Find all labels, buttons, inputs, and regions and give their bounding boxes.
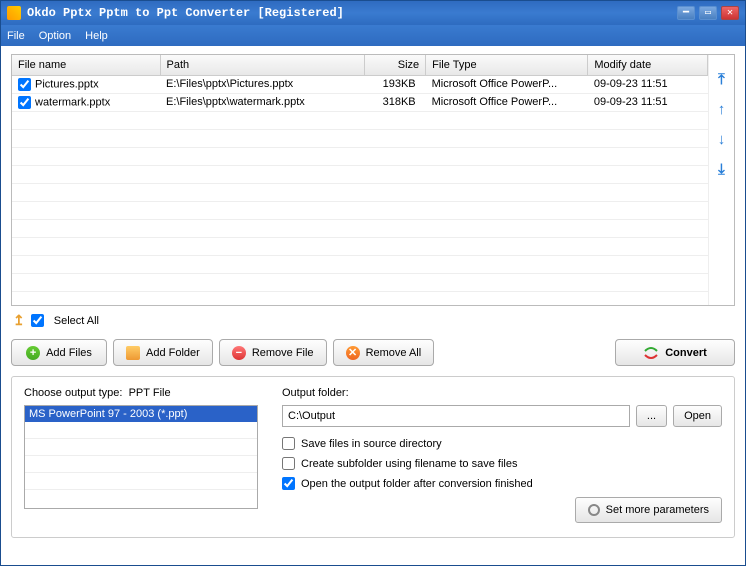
minus-icon: −: [232, 346, 246, 360]
option-subfolder: Create subfolder using filename to save …: [282, 457, 722, 470]
col-header-date[interactable]: Modify date: [588, 55, 708, 75]
table-row: [12, 255, 708, 273]
up-folder-icon[interactable]: ↥: [13, 312, 25, 329]
file-list-panel: File name Path Size File Type Modify dat…: [11, 54, 735, 306]
plus-icon: +: [26, 346, 40, 360]
folder-icon: [126, 346, 140, 360]
output-folder-col: Output folder: ... Open Save files in so…: [282, 387, 722, 523]
menubar: File Option Help: [1, 25, 745, 46]
row-checkbox[interactable]: [18, 96, 31, 109]
menu-file[interactable]: File: [7, 30, 25, 42]
window-title: Okdo Pptx Pptm to Ppt Converter [Registe…: [27, 6, 344, 20]
set-more-parameters-button[interactable]: Set more parameters: [575, 497, 722, 523]
convert-button[interactable]: Convert: [615, 339, 735, 366]
col-header-path[interactable]: Path: [160, 55, 365, 75]
open-after-checkbox[interactable]: [282, 477, 295, 490]
table-row: [12, 219, 708, 237]
minimize-button[interactable]: ━: [677, 6, 695, 20]
table-row: [12, 147, 708, 165]
toolbar-row: + Add Files Add Folder − Remove File ✕ R…: [11, 335, 735, 376]
table-row: [12, 273, 708, 291]
option-open-after: Open the output folder after conversion …: [282, 477, 722, 490]
output-type-col: Choose output type: PPT File MS PowerPoi…: [24, 387, 258, 523]
remove-all-icon: ✕: [346, 346, 360, 360]
titlebar: Okdo Pptx Pptm to Ppt Converter [Registe…: [1, 1, 745, 25]
app-window: Okdo Pptx Pptm to Ppt Converter [Registe…: [0, 0, 746, 566]
move-top-button[interactable]: ⤒: [714, 71, 730, 87]
save-source-checkbox[interactable]: [282, 437, 295, 450]
table-row: [12, 111, 708, 129]
table-row: [12, 165, 708, 183]
remove-file-button[interactable]: − Remove File: [219, 339, 327, 366]
move-bottom-button[interactable]: ⤓: [714, 161, 730, 177]
col-header-size[interactable]: Size: [365, 55, 426, 75]
maximize-button[interactable]: ▭: [699, 6, 717, 20]
table-row: [12, 237, 708, 255]
menu-option[interactable]: Option: [39, 30, 71, 42]
option-save-source: Save files in source directory: [282, 437, 722, 450]
reorder-buttons: ⤒ ↑ ↓ ⤓: [708, 55, 734, 305]
add-files-button[interactable]: + Add Files: [11, 339, 107, 366]
move-down-button[interactable]: ↓: [714, 131, 730, 147]
subfolder-checkbox[interactable]: [282, 457, 295, 470]
select-all-label: Select All: [54, 315, 99, 327]
output-folder-label: Output folder:: [282, 387, 722, 399]
row-checkbox[interactable]: [18, 78, 31, 91]
gear-icon: [588, 504, 600, 516]
app-icon: [7, 6, 21, 20]
table-row: [12, 183, 708, 201]
col-header-type[interactable]: File Type: [426, 55, 588, 75]
add-folder-button[interactable]: Add Folder: [113, 339, 213, 366]
col-header-name[interactable]: File name: [12, 55, 160, 75]
file-table: File name Path Size File Type Modify dat…: [12, 55, 708, 292]
select-all-row: ↥ Select All: [11, 306, 735, 335]
output-type-selected[interactable]: MS PowerPoint 97 - 2003 (*.ppt): [25, 406, 257, 422]
remove-all-button[interactable]: ✕ Remove All: [333, 339, 435, 366]
menu-help[interactable]: Help: [85, 30, 108, 42]
convert-icon: [643, 346, 659, 360]
table-row: [12, 129, 708, 147]
table-row: [12, 201, 708, 219]
select-all-checkbox[interactable]: [31, 314, 44, 327]
output-type-label: Choose output type: PPT File: [24, 387, 258, 399]
browse-button[interactable]: ...: [636, 405, 667, 427]
table-row[interactable]: watermark.pptxE:\Files\pptx\watermark.pp…: [12, 93, 708, 111]
output-type-list[interactable]: MS PowerPoint 97 - 2003 (*.ppt): [24, 405, 258, 509]
output-folder-row: ... Open: [282, 405, 722, 427]
body-area: File name Path Size File Type Modify dat…: [1, 46, 745, 546]
output-settings-group: Choose output type: PPT File MS PowerPoi…: [11, 376, 735, 538]
table-row[interactable]: Pictures.pptxE:\Files\pptx\Pictures.pptx…: [12, 75, 708, 93]
close-button[interactable]: ✕: [721, 6, 739, 20]
open-folder-button[interactable]: Open: [673, 405, 722, 427]
file-table-wrap: File name Path Size File Type Modify dat…: [12, 55, 708, 305]
move-up-button[interactable]: ↑: [714, 101, 730, 117]
output-folder-input[interactable]: [282, 405, 630, 427]
